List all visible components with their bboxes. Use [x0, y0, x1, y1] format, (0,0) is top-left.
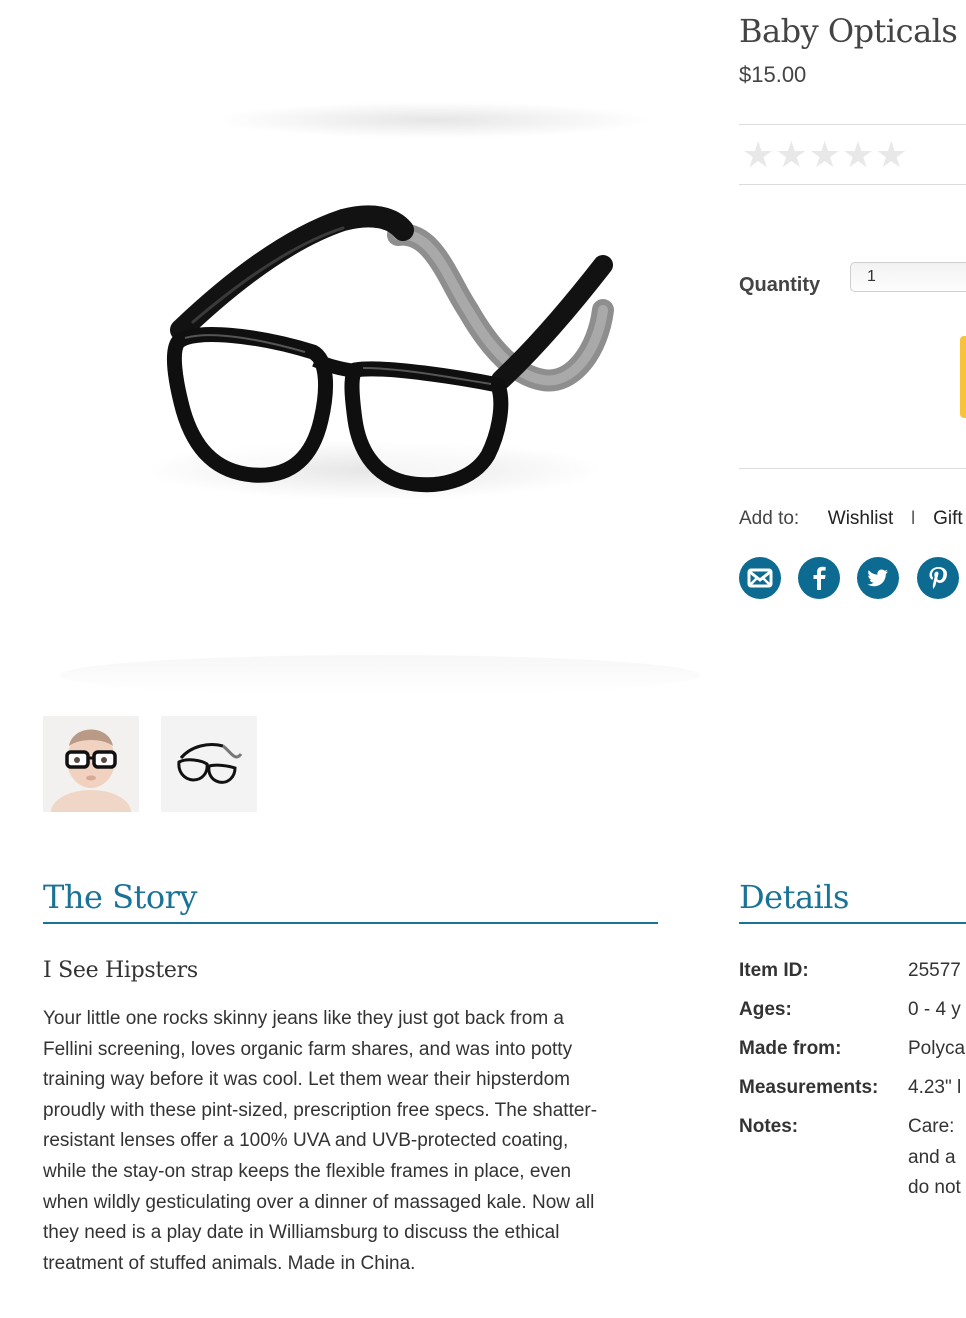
star-rating[interactable]: ★★★★★: [742, 134, 908, 176]
story-line: Your little one rocks skinny jeans like …: [43, 1008, 564, 1029]
thumbnail-glasses[interactable]: [161, 716, 257, 812]
product-title: Baby Opticals: [739, 12, 958, 50]
details-rule: [739, 922, 966, 924]
story-line: treatment of stuffed animals. Made in Ch…: [43, 1252, 416, 1274]
quantity-label: Quantity: [739, 274, 821, 296]
notes-line: Care:: [908, 1116, 955, 1137]
star-icon[interactable]: ★: [875, 134, 908, 175]
detail-value-notes: Care: and a do not: [908, 1112, 961, 1204]
detail-value-made-from: Polyca: [908, 1038, 966, 1059]
gift-link[interactable]: Gift: [933, 508, 963, 529]
thumbnail-baby[interactable]: [43, 716, 139, 812]
divider: [739, 184, 966, 185]
detail-value-item-id: 25577: [908, 960, 961, 981]
story-line: they need is a play date in Williamsburg…: [43, 1222, 560, 1244]
story-line: when wildly gesticulating over a dinner …: [43, 1191, 595, 1213]
twitter-icon[interactable]: [857, 557, 899, 599]
quantity-input[interactable]: [850, 262, 966, 292]
facebook-icon[interactable]: [798, 557, 840, 599]
glasses-image: [143, 102, 653, 500]
add-to-links: Add to: Wishlist I Gift: [739, 508, 963, 530]
product-main-image: [43, 60, 705, 700]
divider: [739, 124, 966, 125]
star-icon[interactable]: ★: [809, 134, 842, 175]
story-heading: The Story: [43, 878, 197, 916]
divider: [739, 468, 966, 469]
detail-label-ages: Ages:: [739, 999, 792, 1020]
story-subheading: I See Hipsters: [43, 958, 198, 983]
notes-line: do not: [908, 1177, 961, 1199]
star-icon[interactable]: ★: [742, 134, 775, 175]
pinterest-icon[interactable]: [917, 557, 959, 599]
star-icon[interactable]: ★: [775, 134, 808, 175]
story-line: Fellini screening, loves organic farm sh…: [43, 1038, 573, 1060]
detail-value-measurements: 4.23" l: [908, 1077, 962, 1098]
notes-line: and a: [908, 1146, 956, 1168]
story-line: resistant lenses offer a 100% UVA and UV…: [43, 1130, 569, 1152]
email-icon[interactable]: [739, 557, 781, 599]
product-price: $15.00: [739, 62, 807, 87]
image-shadow: [60, 655, 700, 695]
link-separator: I: [910, 508, 916, 529]
detail-label-notes: Notes:: [739, 1116, 799, 1137]
story-line: while the stay-on strap keeps the flexib…: [43, 1160, 572, 1182]
baby-photo-thumbnail: [43, 716, 139, 812]
detail-label-measurements: Measurements:: [739, 1077, 879, 1098]
story-line: training way before it was cool. Let the…: [43, 1069, 570, 1091]
detail-label-made-from: Made from:: [739, 1038, 842, 1059]
add-to-label: Add to:: [739, 508, 800, 529]
details-heading: Details: [739, 878, 849, 916]
story-line: proudly with these pint-sized, prescript…: [43, 1099, 598, 1121]
story-body: Your little one rocks skinny jeans like …: [43, 1004, 658, 1279]
add-to-cart-button[interactable]: [960, 336, 966, 418]
detail-value-ages: 0 - 4 y: [908, 999, 961, 1020]
glasses-thumbnail: [161, 716, 257, 812]
detail-label-item-id: Item ID:: [739, 960, 809, 981]
star-icon[interactable]: ★: [842, 134, 875, 175]
story-rule: [43, 922, 658, 924]
wishlist-link[interactable]: Wishlist: [828, 508, 893, 529]
